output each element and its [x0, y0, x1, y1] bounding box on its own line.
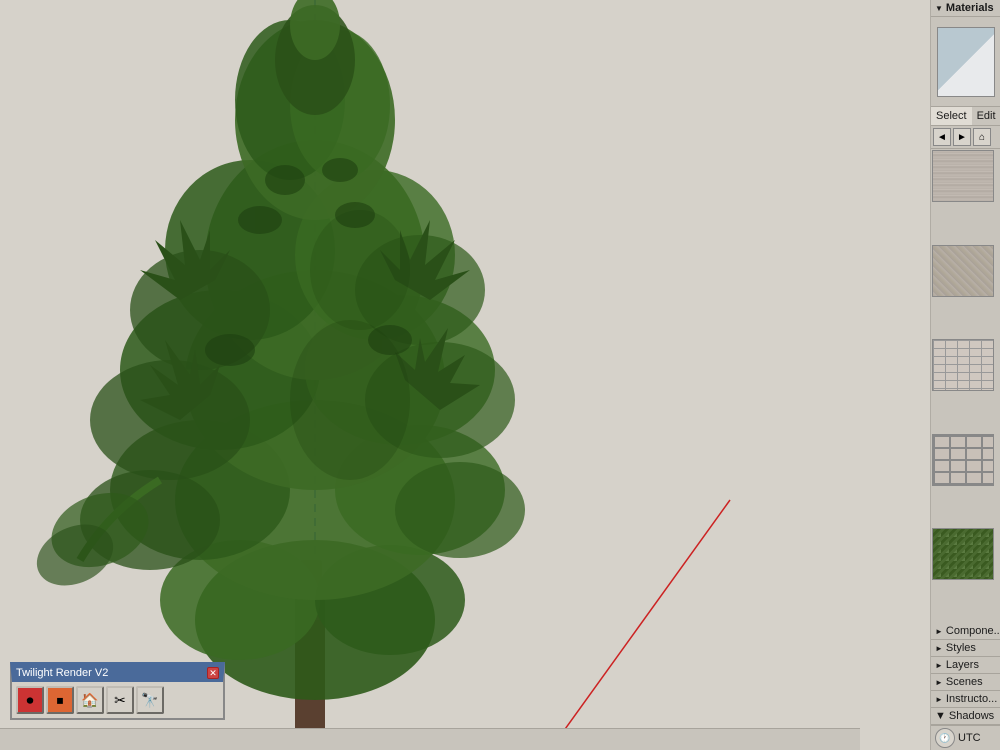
- material-thumb-concrete[interactable]: [932, 245, 994, 297]
- viewport[interactable]: Twilight Render V2 ✕ ⏺ ⏹ 🏠 ✂ 🔭: [0, 0, 930, 750]
- nav-home-button[interactable]: ⌂: [973, 128, 991, 146]
- layers-arrow-icon: ►: [935, 661, 943, 670]
- layers-label: Layers: [946, 659, 979, 671]
- styles-label: Styles: [946, 642, 976, 654]
- time-bar: 🕐 UTC: [931, 725, 1000, 750]
- instructor-panel-item[interactable]: ► Instructo...: [931, 691, 1000, 708]
- materials-label: Materials: [946, 2, 994, 14]
- scenes-label: Scenes: [946, 676, 983, 688]
- components-label: Compone...: [946, 625, 1000, 637]
- components-arrow-icon: ►: [935, 627, 943, 636]
- twilight-stop-button[interactable]: ⏹: [46, 686, 74, 714]
- styles-panel-item[interactable]: ► Styles: [931, 640, 1000, 657]
- twilight-binoculars-button[interactable]: 🔭: [136, 686, 164, 714]
- select-tab[interactable]: Select: [931, 107, 972, 125]
- material-thumb-grass[interactable]: [932, 528, 994, 580]
- nav-back-button[interactable]: ◄: [933, 128, 951, 146]
- twilight-close-button[interactable]: ✕: [207, 667, 219, 679]
- edit-tab[interactable]: Edit: [972, 107, 1000, 125]
- right-panel: ▼ Materials Select Edit ◄ ► ⌂: [930, 0, 1000, 750]
- material-main-swatch[interactable]: [937, 27, 995, 97]
- instructor-label: Instructo...: [946, 693, 997, 705]
- materials-preview-area: [931, 17, 1000, 107]
- scenes-arrow-icon: ►: [935, 678, 943, 687]
- shadows-arrow-icon: ▼: [935, 710, 946, 722]
- material-grid: [931, 149, 1000, 623]
- twilight-start-button[interactable]: ⏺: [16, 686, 44, 714]
- instructor-arrow-icon: ►: [935, 695, 943, 704]
- tree-scene: [0, 0, 930, 750]
- material-thumb-stone[interactable]: [932, 150, 994, 202]
- material-thumb-tile[interactable]: [932, 339, 994, 391]
- styles-arrow-icon: ►: [935, 644, 943, 653]
- shadows-label: Shadows: [949, 710, 994, 722]
- twilight-render-window[interactable]: Twilight Render V2 ✕ ⏺ ⏹ 🏠 ✂ 🔭: [10, 662, 225, 720]
- twilight-scissors-button[interactable]: ✂: [106, 686, 134, 714]
- components-panel-item[interactable]: ► Compone...: [931, 623, 1000, 640]
- materials-panel-header[interactable]: ▼ Materials: [931, 0, 1000, 17]
- material-thumb-grid[interactable]: [932, 434, 994, 486]
- nav-forward-button[interactable]: ►: [953, 128, 971, 146]
- shadows-panel-header[interactable]: ▼ Shadows: [931, 708, 1000, 725]
- twilight-title: Twilight Render V2: [16, 667, 108, 679]
- time-icon: 🕐: [935, 728, 955, 748]
- material-tabs: Select Edit: [931, 107, 1000, 126]
- materials-arrow-icon: ▼: [935, 4, 943, 13]
- twilight-toolbar: ⏺ ⏹ 🏠 ✂ 🔭: [12, 682, 223, 718]
- twilight-home-button[interactable]: 🏠: [76, 686, 104, 714]
- scenes-panel-item[interactable]: ► Scenes: [931, 674, 1000, 691]
- twilight-titlebar: Twilight Render V2 ✕: [12, 664, 223, 682]
- status-bar: [0, 728, 860, 750]
- utc-label: UTC: [958, 732, 981, 744]
- material-nav: ◄ ► ⌂: [931, 126, 1000, 149]
- layers-panel-item[interactable]: ► Layers: [931, 657, 1000, 674]
